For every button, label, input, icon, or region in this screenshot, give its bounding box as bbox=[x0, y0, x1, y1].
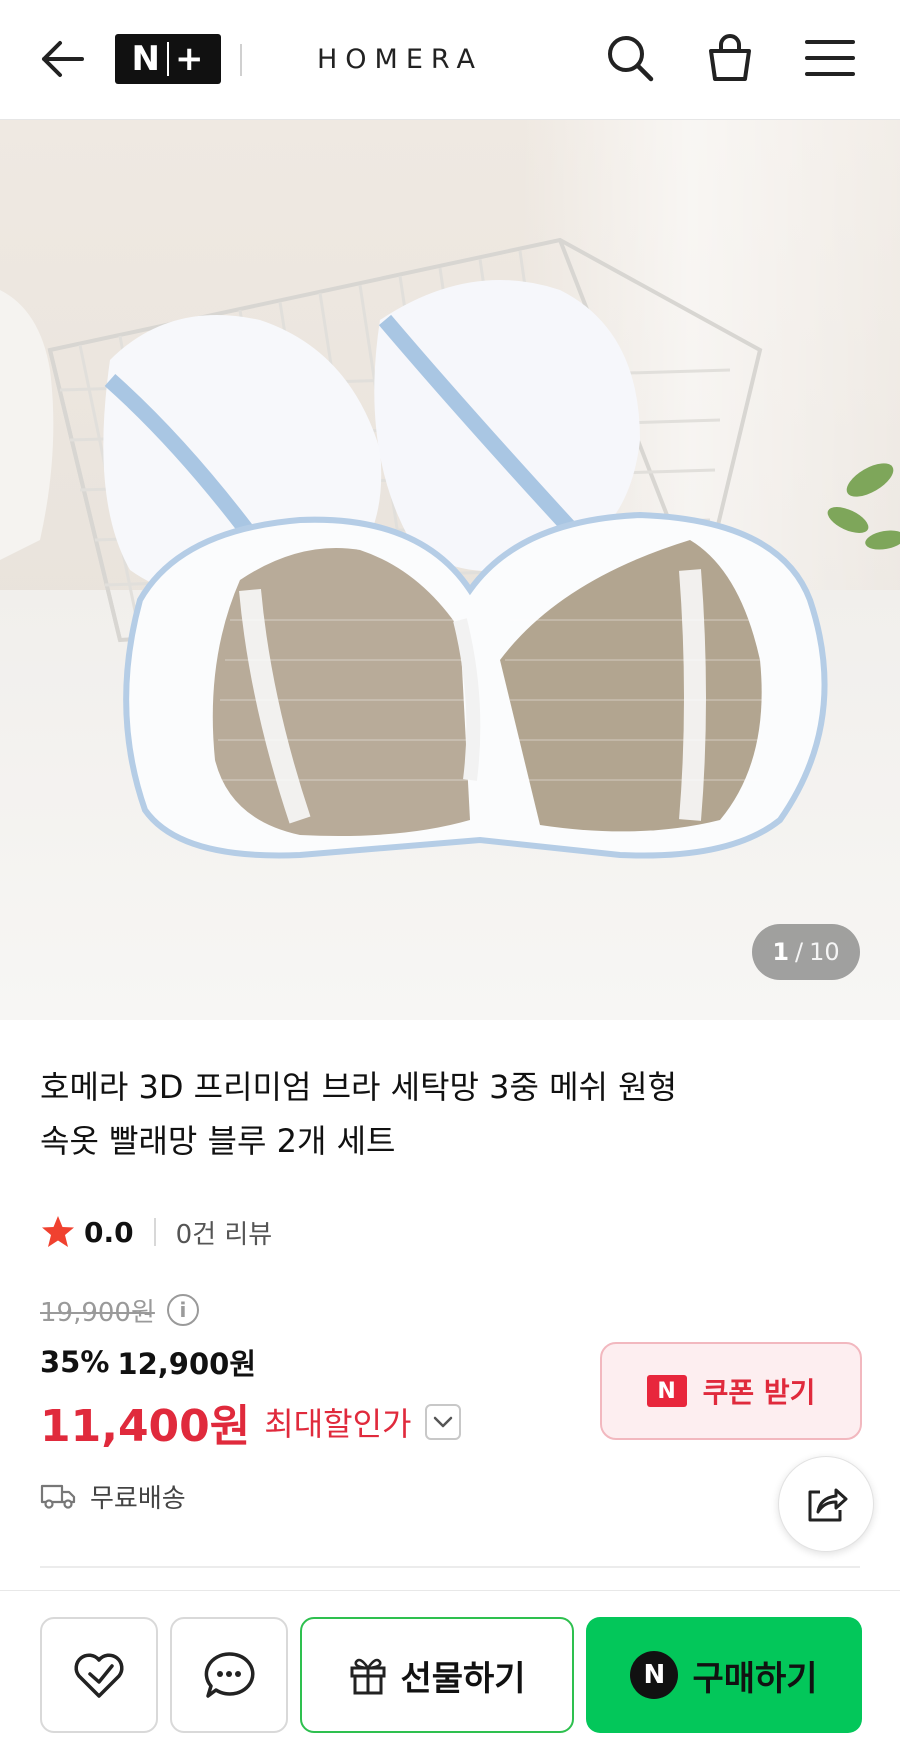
brand-logo[interactable]: HOMERA bbox=[300, 38, 500, 82]
top-header: N + HOMERA bbox=[0, 0, 900, 120]
hamburger-menu-icon bbox=[805, 40, 855, 76]
star-icon bbox=[40, 1214, 76, 1250]
back-button[interactable] bbox=[34, 30, 88, 88]
max-discount-row[interactable]: 11,400원 최대할인가 bbox=[40, 1392, 462, 1452]
max-discount-price: 11,400원 bbox=[40, 1401, 251, 1452]
truck-icon bbox=[40, 1482, 76, 1510]
sale-price: 12,900원 bbox=[117, 1347, 257, 1381]
menu-button[interactable] bbox=[800, 28, 860, 88]
original-price-row: 19,900원 i bbox=[40, 1290, 199, 1330]
talk-talk-button[interactable] bbox=[170, 1617, 288, 1733]
rating-value: 0.0 bbox=[84, 1215, 134, 1249]
buy-button[interactable]: N 구매하기 bbox=[586, 1617, 862, 1733]
discount-percent: 35% bbox=[40, 1345, 110, 1379]
header-divider bbox=[240, 44, 242, 76]
rating-divider bbox=[153, 1218, 156, 1246]
search-button[interactable] bbox=[600, 28, 660, 88]
share-icon bbox=[808, 1488, 848, 1522]
shipping-row: 무료배송 bbox=[40, 1474, 186, 1518]
max-discount-label: 최대할인가 bbox=[264, 1405, 412, 1443]
gift-icon bbox=[350, 1658, 386, 1695]
info-icon[interactable]: i bbox=[166, 1294, 199, 1326]
shopping-bag-icon bbox=[709, 34, 751, 81]
product-title-line-2: 속옷 빨래망 블루 2개 세트 bbox=[40, 1122, 396, 1160]
badge-separator bbox=[166, 42, 169, 76]
coupon-button-label: 쿠폰 받기 bbox=[702, 1376, 816, 1409]
shipping-label: 무료배송 bbox=[90, 1483, 186, 1514]
image-separator: / bbox=[795, 938, 804, 966]
gift-button-label: 선물하기 bbox=[400, 1658, 526, 1699]
sale-price-row: 35% 12,900원 bbox=[40, 1340, 256, 1384]
image-total: 10 bbox=[809, 938, 840, 966]
max-discount-toggle[interactable] bbox=[425, 1404, 462, 1440]
buy-button-label: 구매하기 bbox=[692, 1658, 818, 1699]
product-photo-illustration bbox=[0, 237, 900, 859]
heart-check-icon bbox=[74, 1653, 124, 1698]
original-price: 19,900원 bbox=[40, 1297, 155, 1328]
product-title: 호메라 3D 프리미엄 브라 세탁망 3중 메쉬 원형 속옷 빨래망 블루 2개… bbox=[40, 1060, 860, 1168]
chevron-down-icon bbox=[434, 1416, 453, 1428]
wishlist-button[interactable] bbox=[40, 1617, 158, 1733]
product-title-line-1: 호메라 3D 프리미엄 브라 세탁망 3중 메쉬 원형 bbox=[40, 1068, 678, 1106]
naver-n-badge: N bbox=[646, 1375, 687, 1407]
gift-button[interactable]: 선물하기 bbox=[300, 1617, 574, 1733]
chat-bubble-icon bbox=[204, 1652, 255, 1698]
cart-button[interactable] bbox=[700, 28, 760, 88]
coupon-button[interactable]: N 쿠폰 받기 bbox=[600, 1342, 862, 1440]
naver-plus-store-badge[interactable]: N + bbox=[115, 34, 221, 84]
share-button[interactable] bbox=[778, 1456, 874, 1552]
image-current-index: 1 bbox=[772, 938, 790, 966]
product-image[interactable]: 1 / 10 bbox=[0, 120, 900, 1020]
search-icon bbox=[608, 36, 654, 82]
badge-n: N bbox=[131, 39, 161, 79]
review-count-link[interactable]: 0건 리뷰 bbox=[176, 1214, 273, 1251]
back-arrow-icon bbox=[42, 41, 84, 77]
naver-pay-n-badge: N bbox=[630, 1651, 679, 1699]
image-counter: 1 / 10 bbox=[752, 924, 860, 980]
bottom-action-bar: 선물하기 N 구매하기 bbox=[0, 1590, 900, 1760]
section-divider bbox=[40, 1566, 860, 1568]
badge-plus: + bbox=[174, 39, 205, 79]
rating-row[interactable]: 0.0 0건 리뷰 bbox=[40, 1210, 272, 1254]
